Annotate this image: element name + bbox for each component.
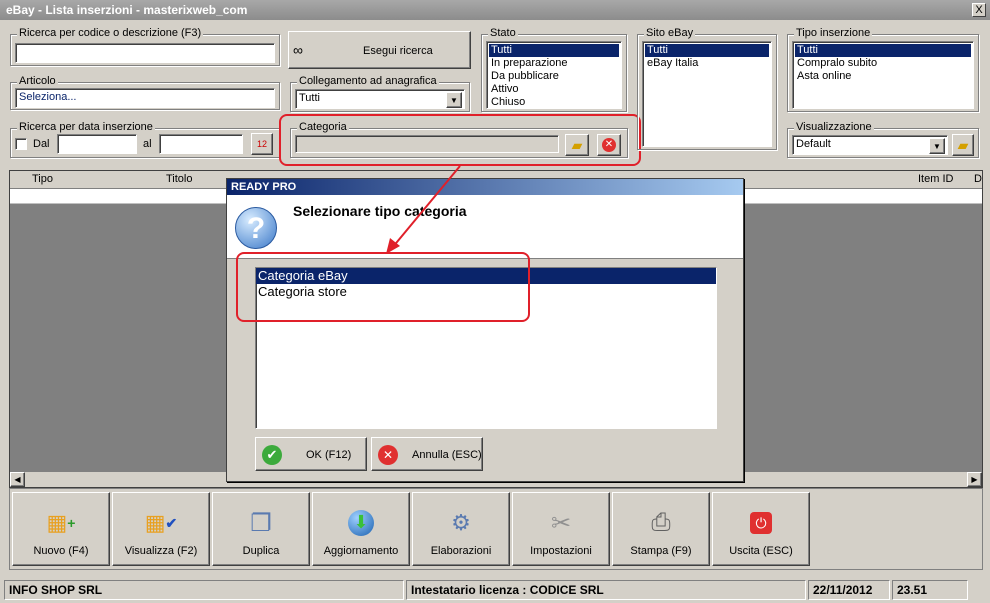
dialog-header: ? Selezionare tipo categoria xyxy=(227,195,743,259)
al-date-input[interactable] xyxy=(159,134,243,154)
printer-icon: ⎙ xyxy=(651,509,671,536)
search-button[interactable]: ∞ Esegui ricerca xyxy=(288,31,471,69)
articolo-group: Articolo Seleziona... xyxy=(10,75,280,110)
dialog-title: READY PRO xyxy=(231,181,297,193)
toolbar-label: Impostazioni xyxy=(530,545,592,557)
toolbar-label: Elaborazioni xyxy=(430,545,492,557)
copy-icon: ❐ xyxy=(250,509,272,537)
list-item[interactable]: Tutti xyxy=(795,44,971,57)
sito-label: Sito eBay xyxy=(644,27,696,39)
collegamento-group: Collegamento ad anagrafica Tutti ▼ xyxy=(290,75,470,112)
visualizza-button[interactable]: ▦ ✔ Visualizza (F2) xyxy=(112,492,210,566)
list-item[interactable]: Tutti xyxy=(489,44,619,57)
close-window-button[interactable]: X xyxy=(972,3,986,17)
collegamento-label: Collegamento ad anagrafica xyxy=(297,75,439,87)
highlight-options xyxy=(236,252,530,322)
list-item[interactable]: Chiuso xyxy=(489,96,619,108)
dal-checkbox[interactable] xyxy=(15,138,27,150)
window-title-bar: eBay - Lista inserzioni - masterixweb_co… xyxy=(0,0,990,20)
impostazioni-button[interactable]: ✂ Impostazioni xyxy=(512,492,610,566)
aggiornamento-button[interactable]: ⬇ Aggiornamento xyxy=(312,492,410,566)
list-item[interactable]: In preparazione xyxy=(489,57,619,70)
highlight-categoria xyxy=(279,114,641,166)
chevron-down-icon[interactable]: ▼ xyxy=(446,92,462,108)
articolo-input[interactable]: Seleziona... xyxy=(15,88,275,108)
toolbar-label: Visualizza (F2) xyxy=(124,545,198,557)
folder-icon[interactable]: ▰ xyxy=(952,134,974,156)
ok-button[interactable]: ✔ OK (F12) xyxy=(255,437,367,471)
toolbar-label: Stampa (F9) xyxy=(630,545,692,557)
list-item[interactable]: Tutti xyxy=(645,44,769,57)
new-grid-icon: ▦ + xyxy=(46,510,76,535)
check-icon: ✔ xyxy=(262,445,282,465)
data-inserzione-group: Ricerca per data inserzione Dal al 12 xyxy=(10,121,280,158)
status-time: 23.51 xyxy=(892,580,968,600)
select-category-dialog: READY PRO ? Selezionare tipo categoria C… xyxy=(226,178,744,482)
sito-group: Sito eBay Tutti eBay Italia xyxy=(637,27,777,150)
power-icon: ⏻ xyxy=(745,507,777,539)
arrow-annotation xyxy=(386,165,461,254)
nuovo-button[interactable]: ▦ + Nuovo (F4) xyxy=(12,492,110,566)
refresh-globe-icon: ⬇ xyxy=(345,507,377,539)
cancel-button[interactable]: ✕ Annulla (ESC) xyxy=(371,437,483,471)
wrench-icon: ✂ xyxy=(550,509,572,537)
search-input[interactable] xyxy=(15,43,275,63)
list-item[interactable]: Asta online xyxy=(795,70,971,83)
window-title: eBay - Lista inserzioni - masterixweb_co… xyxy=(6,3,248,17)
visualizzazione-group: Visualizzazione Default ▼ ▰ xyxy=(787,121,979,158)
ok-button-label: OK (F12) xyxy=(306,449,352,461)
toolbar-label: Uscita (ESC) xyxy=(729,545,793,557)
list-item[interactable]: eBay Italia xyxy=(645,57,769,70)
sito-list[interactable]: Tutti eBay Italia xyxy=(642,41,772,147)
calendar-icon[interactable]: 12 xyxy=(251,133,273,155)
visualizzazione-label: Visualizzazione xyxy=(794,121,874,133)
dal-label: Dal xyxy=(33,138,50,150)
duplica-button[interactable]: ❐ Duplica xyxy=(212,492,310,566)
list-item[interactable]: Compralo subito xyxy=(795,57,971,70)
cancel-icon: ✕ xyxy=(378,445,398,465)
dialog-title-bar: READY PRO xyxy=(227,179,743,195)
cancel-button-label: Annulla (ESC) xyxy=(412,449,482,461)
articolo-label: Articolo xyxy=(17,75,58,87)
status-date: 22/11/2012 xyxy=(808,580,890,600)
binoculars-icon: ∞ xyxy=(293,42,303,58)
tipo-label: Tipo inserzione xyxy=(794,27,873,39)
scroll-left-icon[interactable]: ◀ xyxy=(10,472,25,487)
search-button-label: Esegui ricerca xyxy=(363,45,433,57)
column-header[interactable]: Item ID xyxy=(918,173,953,185)
dal-date-input[interactable] xyxy=(57,134,137,154)
toolbar-label: Aggiornamento xyxy=(323,545,399,557)
toolbar-label: Nuovo (F4) xyxy=(33,545,89,557)
list-item[interactable]: Attivo xyxy=(489,83,619,96)
column-header[interactable]: Tipo xyxy=(32,173,53,185)
status-license: Intestatario licenza : CODICE SRL xyxy=(406,580,806,600)
tipo-list[interactable]: Tutti Compralo subito Asta online xyxy=(792,41,974,109)
chevron-down-icon[interactable]: ▼ xyxy=(929,138,945,154)
list-item[interactable]: Da pubblicare xyxy=(489,70,619,83)
search-label: Ricerca per codice o descrizione (F3) xyxy=(17,27,204,39)
uscita-button[interactable]: ⏻ Uscita (ESC) xyxy=(712,492,810,566)
toolbar-label: Duplica xyxy=(242,545,280,557)
stampa-button[interactable]: ⎙ Stampa (F9) xyxy=(612,492,710,566)
column-header[interactable]: D xyxy=(974,173,982,185)
stato-label: Stato xyxy=(488,27,518,39)
visualizzazione-select[interactable]: Default ▼ xyxy=(792,135,948,155)
status-company: INFO SHOP SRL xyxy=(4,580,404,600)
collegamento-select[interactable]: Tutti ▼ xyxy=(295,89,465,109)
view-grid-icon: ▦ ✔ xyxy=(144,510,178,535)
stato-list[interactable]: Tutti In preparazione Da pubblicare Atti… xyxy=(486,41,622,109)
column-header[interactable]: Titolo xyxy=(166,173,193,185)
al-label: al xyxy=(143,138,152,150)
process-gear-icon: ⚙ xyxy=(451,510,471,535)
stato-group: Stato Tutti In preparazione Da pubblicar… xyxy=(481,27,627,112)
scroll-right-icon[interactable]: ▶ xyxy=(967,472,982,487)
data-inserzione-label: Ricerca per data inserzione xyxy=(17,121,155,133)
tipo-group: Tipo inserzione Tutti Compralo subito As… xyxy=(787,27,979,112)
search-group: Ricerca per codice o descrizione (F3) xyxy=(10,27,280,66)
question-icon: ? xyxy=(235,207,277,249)
elaborazioni-button[interactable]: ⚙ Elaborazioni xyxy=(412,492,510,566)
